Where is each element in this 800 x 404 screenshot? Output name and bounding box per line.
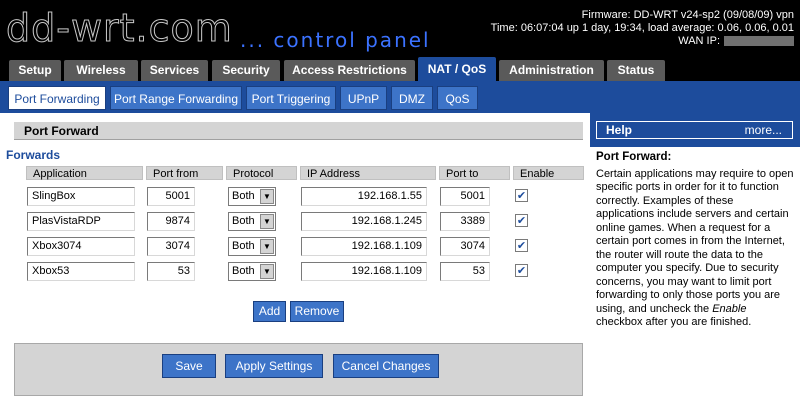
subtab-port-triggering[interactable]: Port Triggering (246, 86, 336, 110)
protocol-value: Both (232, 215, 255, 227)
forwards-legend: Forwards (6, 148, 61, 162)
protocol-select[interactable]: Both ▼ (228, 212, 276, 231)
chevron-down-icon: ▼ (260, 189, 274, 204)
footer-bar: Save Apply Settings Cancel Changes (14, 343, 583, 396)
wan-ip-label: WAN IP: (678, 35, 720, 47)
help-text-enable: Enable (712, 302, 747, 315)
ddwrt-logo: dd-wrt.com (6, 6, 233, 51)
port-to-input[interactable]: 3389 (440, 212, 490, 231)
tab-status[interactable]: Status (607, 60, 665, 81)
cancel-changes-button[interactable]: Cancel Changes (333, 354, 439, 378)
protocol-value: Both (232, 240, 255, 252)
wan-ip-redacted (724, 36, 794, 47)
ip-address-input[interactable]: 192.168.1.245 (301, 212, 427, 231)
tab-administration[interactable]: Administration (499, 60, 604, 81)
help-body: Port Forward: Certain applications may r… (590, 147, 800, 404)
remove-button[interactable]: Remove (290, 301, 344, 322)
content-panel: Port Forward Forwards Application Port f… (0, 113, 590, 404)
subtab-dmz[interactable]: DMZ (391, 86, 433, 110)
tab-setup[interactable]: Setup (9, 60, 61, 81)
protocol-select[interactable]: Both ▼ (228, 262, 276, 281)
col-enable: Enable (513, 166, 584, 180)
router-info: Firmware: DD-WRT v24-sp2 (09/08/09) vpn … (491, 9, 794, 48)
wan-ip-row: WAN IP: (491, 35, 794, 48)
col-protocol: Protocol (226, 166, 297, 180)
help-heading: Port Forward: (596, 151, 672, 163)
help-text-part-2: checkbox after you are finished. (596, 316, 752, 328)
port-from-input[interactable]: 5001 (147, 187, 195, 206)
port-to-input[interactable]: 53 (440, 262, 490, 281)
tab-nat-qos[interactable]: NAT / QoS (418, 57, 496, 81)
help-title: Help (606, 123, 633, 137)
tab-access-restrictions[interactable]: Access Restrictions (284, 60, 415, 81)
help-text: Certain applications may require to open… (596, 168, 794, 330)
header: dd-wrt.com ... control panel Firmware: D… (0, 0, 800, 56)
chevron-down-icon: ▼ (260, 239, 274, 254)
help-text-part-1: Certain applications may require to open… (596, 167, 794, 315)
port-from-input[interactable]: 9874 (147, 212, 195, 231)
tab-services[interactable]: Services (141, 60, 208, 81)
main-nav: Setup Wireless Services Security Access … (0, 56, 800, 81)
add-button[interactable]: Add (253, 301, 286, 322)
port-from-input[interactable]: 53 (147, 262, 195, 281)
enable-checkbox[interactable]: ✔ (515, 189, 528, 202)
section-header: Port Forward (14, 122, 583, 140)
tab-wireless[interactable]: Wireless (64, 60, 138, 81)
ip-address-input[interactable]: 192.168.1.109 (301, 262, 427, 281)
protocol-select[interactable]: Both ▼ (228, 237, 276, 256)
section-title: Port Forward (24, 124, 99, 138)
sub-nav: Port Forwarding Port Range Forwarding Po… (0, 81, 800, 113)
help-panel: Help more... Port Forward: Certain appli… (590, 113, 800, 404)
col-ip-address: IP Address (300, 166, 436, 180)
uptime-text: Time: 06:07:04 up 1 day, 19:34, load ave… (490, 22, 794, 34)
col-port-from: Port from (146, 166, 223, 180)
subtab-port-forwarding[interactable]: Port Forwarding (8, 86, 106, 110)
protocol-value: Both (232, 265, 255, 277)
col-port-to: Port to (439, 166, 510, 180)
port-from-input[interactable]: 3074 (147, 237, 195, 256)
application-input[interactable]: Xbox3074 (27, 237, 135, 256)
ip-address-input[interactable]: 192.168.1.109 (301, 237, 427, 256)
ip-address-input[interactable]: 192.168.1.55 (301, 187, 427, 206)
apply-settings-button[interactable]: Apply Settings (225, 354, 323, 378)
enable-checkbox[interactable]: ✔ (515, 239, 528, 252)
tab-security[interactable]: Security (212, 60, 280, 81)
help-header: Help more... (596, 121, 793, 139)
port-to-input[interactable]: 5001 (440, 187, 490, 206)
protocol-value: Both (232, 190, 255, 202)
protocol-select[interactable]: Both ▼ (228, 187, 276, 206)
save-button[interactable]: Save (162, 354, 216, 378)
col-application: Application (26, 166, 143, 180)
chevron-down-icon: ▼ (260, 264, 274, 279)
firmware-text: Firmware: DD-WRT v24-sp2 (09/08/09) vpn (581, 9, 794, 21)
subtab-qos[interactable]: QoS (437, 86, 478, 110)
application-input[interactable]: PlasVistaRDP (27, 212, 135, 231)
help-more-link[interactable]: more... (745, 123, 782, 137)
subtab-port-range-forwarding[interactable]: Port Range Forwarding (110, 86, 242, 110)
application-input[interactable]: SlingBox (27, 187, 135, 206)
application-input[interactable]: Xbox53 (27, 262, 135, 281)
control-panel-tagline: ... control panel (240, 28, 431, 52)
enable-checkbox[interactable]: ✔ (515, 264, 528, 277)
enable-checkbox[interactable]: ✔ (515, 214, 528, 227)
subtab-upnp[interactable]: UPnP (340, 86, 387, 110)
port-to-input[interactable]: 3074 (440, 237, 490, 256)
chevron-down-icon: ▼ (260, 214, 274, 229)
